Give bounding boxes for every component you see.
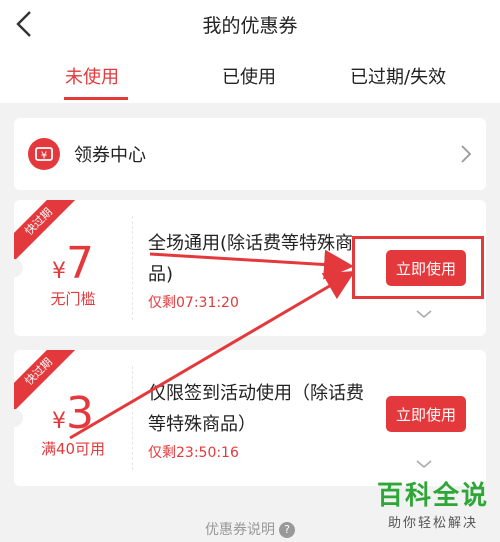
- tab-used[interactable]: 已使用: [222, 63, 276, 89]
- page-title: 我的优惠券: [202, 15, 298, 37]
- watermark: 百科全说 助你轻松解决: [370, 480, 496, 531]
- tab-expired[interactable]: 已过期/失效: [350, 63, 446, 89]
- use-now-button[interactable]: 立即使用: [386, 396, 466, 432]
- coupon-center-row[interactable]: ¥ 领券中心: [14, 118, 486, 190]
- coupon-divider: [132, 366, 133, 470]
- chevron-right-icon: [461, 145, 472, 163]
- coupon-description: 全场通用(除话费等特殊商品): [148, 233, 354, 285]
- coupon-amount: ¥3: [14, 388, 132, 439]
- watermark-sub: 助你轻松解决: [387, 516, 478, 531]
- active-tab-indicator: [64, 97, 128, 100]
- svg-text:¥: ¥: [41, 151, 47, 162]
- amount-value: 3: [66, 388, 94, 439]
- coupon-description: 仅限签到活动使用（除话费等特殊商品）: [148, 383, 364, 435]
- currency-symbol: ¥: [52, 259, 66, 284]
- chevron-down-icon[interactable]: [414, 308, 434, 320]
- coupon-condition: 无门槛: [50, 290, 96, 308]
- coupon-divider: [132, 216, 133, 320]
- tab-unused[interactable]: 未使用: [65, 63, 119, 89]
- tab-bar: 未使用 已使用 已过期/失效: [0, 50, 500, 103]
- coupon-amount: ¥7: [14, 238, 132, 289]
- coupon-explain-label: 优惠券说明: [205, 522, 275, 538]
- question-icon: ?: [279, 522, 295, 538]
- coupon-condition: 满40可用: [40, 440, 106, 458]
- highlight-box: [352, 236, 484, 299]
- nav-bar: 我的优惠券: [0, 0, 500, 50]
- coupon-card: 快过期 ¥3 满40可用 仅限签到活动使用（除话费等特殊商品） 仅剩23:50:…: [14, 350, 486, 486]
- coupon-remaining-time: 仅剩07:31:20: [148, 295, 239, 311]
- chevron-down-icon[interactable]: [414, 458, 434, 470]
- ticket-icon: ¥: [28, 138, 60, 170]
- currency-symbol: ¥: [52, 409, 66, 434]
- watermark-main: 百科全说: [376, 481, 489, 511]
- amount-value: 7: [66, 238, 94, 289]
- coupon-remaining-time: 仅剩23:50:16: [148, 445, 239, 461]
- coupon-center-label: 领券中心: [74, 145, 146, 166]
